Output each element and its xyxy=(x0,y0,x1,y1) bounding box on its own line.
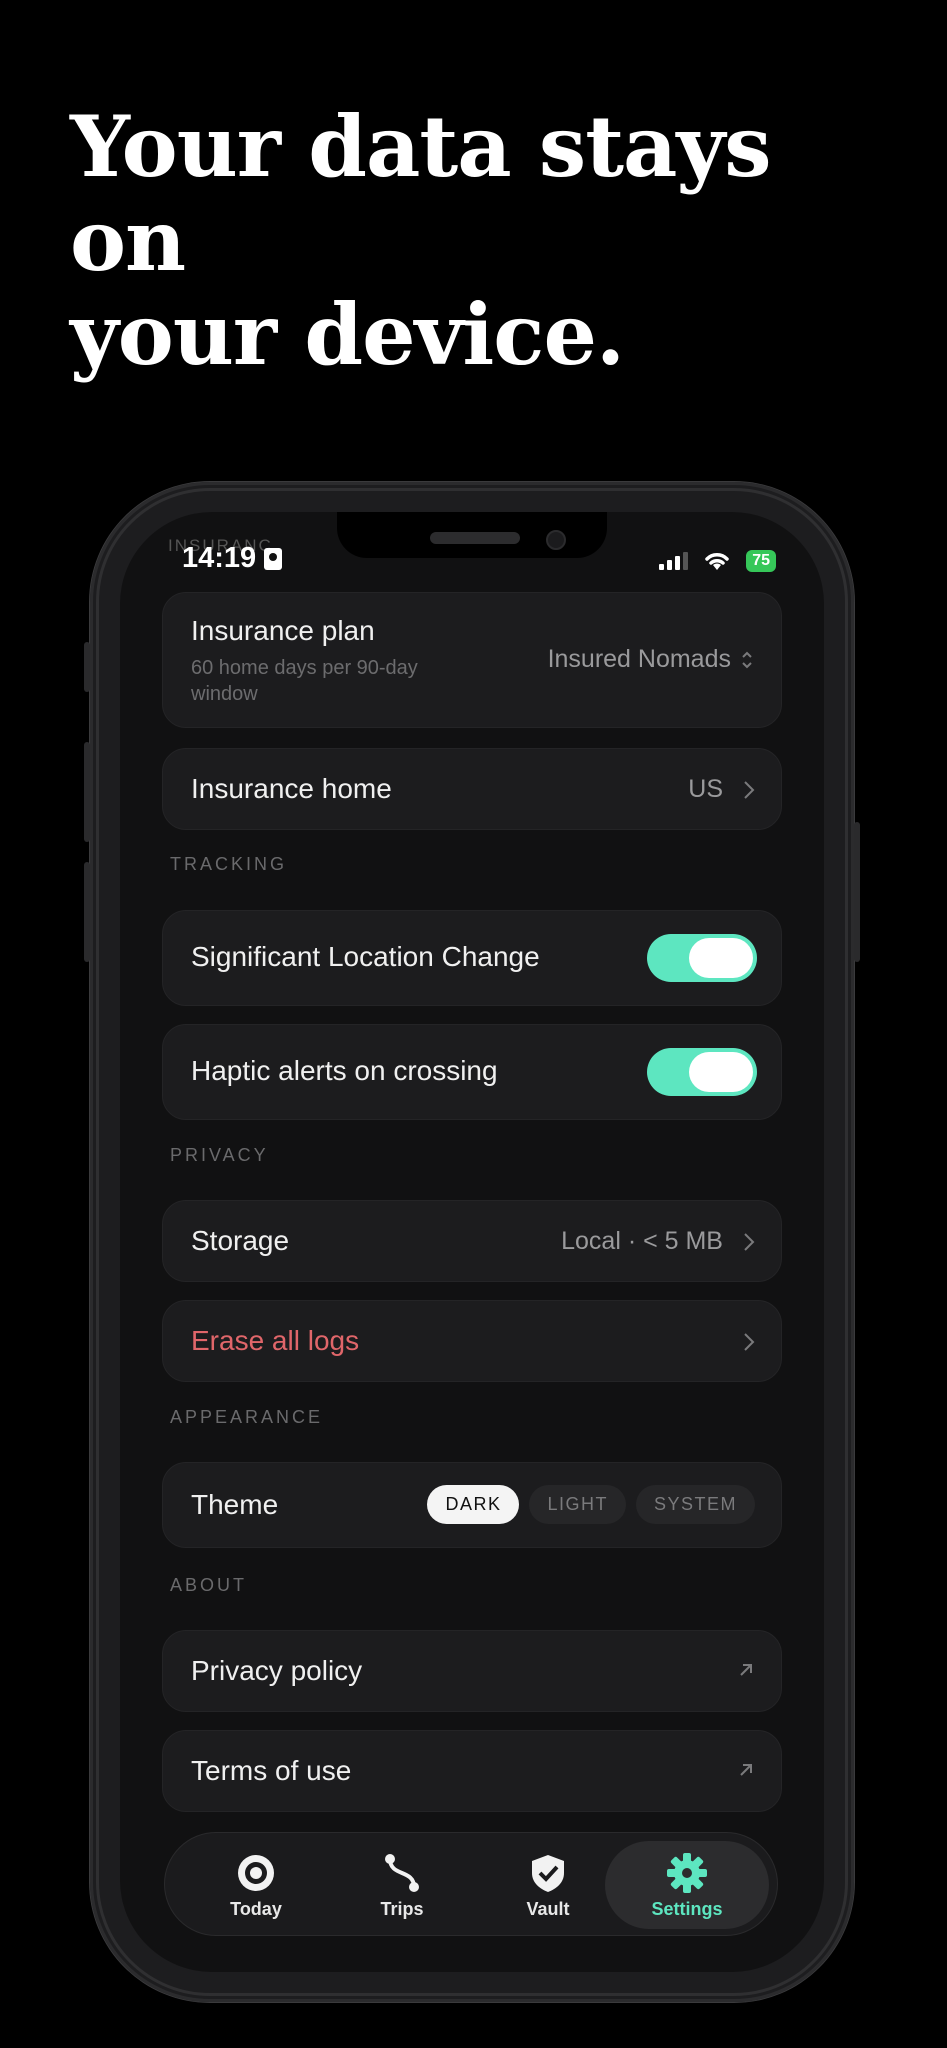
significant-location-row: Significant Location Change xyxy=(162,910,782,1006)
insurance-home-value: US xyxy=(688,775,723,803)
gear-icon xyxy=(667,1852,707,1893)
contact-badge-icon xyxy=(264,547,283,570)
theme-label: Theme xyxy=(191,1489,279,1520)
tab-settings-label: Settings xyxy=(651,1898,723,1919)
terms-of-use-label: Terms of use xyxy=(191,1755,352,1786)
phone-screen: INSURANC 14:19 75 Insurance plan 60 home… xyxy=(120,512,824,1972)
storage-value: Local · < 5 MB xyxy=(561,1227,723,1255)
chevron-right-icon xyxy=(744,1233,755,1251)
erase-logs-label: Erase all logs xyxy=(191,1325,360,1356)
section-appearance: APPEARANCE xyxy=(170,1407,324,1427)
tab-trips[interactable]: Trips xyxy=(327,1841,477,1929)
wifi-icon xyxy=(705,553,729,570)
theme-option-system[interactable]: SYSTEM xyxy=(635,1485,755,1524)
theme-option-light[interactable]: LIGHT xyxy=(529,1485,626,1524)
storage-row[interactable]: Storage Local · < 5 MB xyxy=(162,1200,782,1282)
tab-bar: Today Trips Vault Settings xyxy=(164,1832,778,1936)
tab-today-label: Today xyxy=(230,1898,282,1919)
privacy-policy-label: Privacy policy xyxy=(191,1655,363,1686)
speaker xyxy=(430,532,520,544)
insurance-plan-subtitle: 60 home days per 90-day window xyxy=(191,657,418,705)
tab-vault-label: Vault xyxy=(526,1898,570,1919)
target-icon xyxy=(238,1854,274,1891)
chevron-updown-icon xyxy=(742,651,752,669)
battery-icon: 75 xyxy=(746,550,776,572)
status-indicators: 75 xyxy=(659,550,776,572)
chevron-right-icon xyxy=(744,1333,755,1351)
power-button xyxy=(854,822,860,962)
erase-logs-row[interactable]: Erase all logs xyxy=(162,1300,782,1382)
headline-line-2: your device. xyxy=(70,285,625,384)
external-link-icon xyxy=(740,1764,752,1776)
tab-settings[interactable]: Settings xyxy=(605,1841,769,1929)
haptic-alerts-row: Haptic alerts on crossing xyxy=(162,1024,782,1120)
insurance-home-row[interactable]: Insurance home US xyxy=(162,748,782,830)
insurance-plan-label: Insurance plan xyxy=(191,615,375,646)
headline-line-1: Your data stays on xyxy=(70,97,772,290)
theme-row: Theme DARK LIGHT SYSTEM xyxy=(162,1462,782,1548)
significant-location-toggle[interactable] xyxy=(647,934,757,982)
chevron-right-icon xyxy=(744,781,755,799)
section-about: ABOUT xyxy=(170,1575,248,1595)
theme-option-dark[interactable]: DARK xyxy=(427,1485,520,1524)
shield-check-icon xyxy=(532,1854,564,1892)
privacy-policy-row[interactable]: Privacy policy xyxy=(162,1630,782,1712)
section-tracking: TRACKING xyxy=(170,854,288,874)
theme-segmented-control: DARK LIGHT SYSTEM xyxy=(427,1485,755,1524)
tab-vault[interactable]: Vault xyxy=(473,1841,623,1929)
route-icon xyxy=(385,1853,419,1892)
haptic-alerts-toggle[interactable] xyxy=(647,1048,757,1096)
section-privacy: PRIVACY xyxy=(170,1145,269,1165)
external-link-icon xyxy=(740,1664,752,1676)
significant-location-label: Significant Location Change xyxy=(191,941,540,972)
cellular-signal-icon xyxy=(659,552,689,570)
haptic-alerts-label: Haptic alerts on crossing xyxy=(191,1055,498,1086)
mute-switch xyxy=(84,642,90,692)
headline: Your data stays on your device. xyxy=(70,100,890,382)
volume-down-button xyxy=(84,862,90,962)
phone-frame: INSURANC 14:19 75 Insurance plan 60 home… xyxy=(84,482,860,2002)
status-time-text: 14:19 xyxy=(182,542,257,574)
storage-label: Storage xyxy=(191,1225,290,1256)
tab-today[interactable]: Today xyxy=(181,1841,331,1929)
front-camera xyxy=(546,530,566,550)
status-time: 14:19 xyxy=(182,542,283,575)
terms-of-use-row[interactable]: Terms of use xyxy=(162,1730,782,1812)
volume-up-button xyxy=(84,742,90,842)
insurance-home-label: Insurance home xyxy=(191,773,392,804)
insurance-plan-value: Insured Nomads xyxy=(547,645,731,673)
tab-trips-label: Trips xyxy=(380,1898,424,1919)
insurance-plan-row[interactable]: Insurance plan 60 home days per 90-day w… xyxy=(162,592,782,728)
